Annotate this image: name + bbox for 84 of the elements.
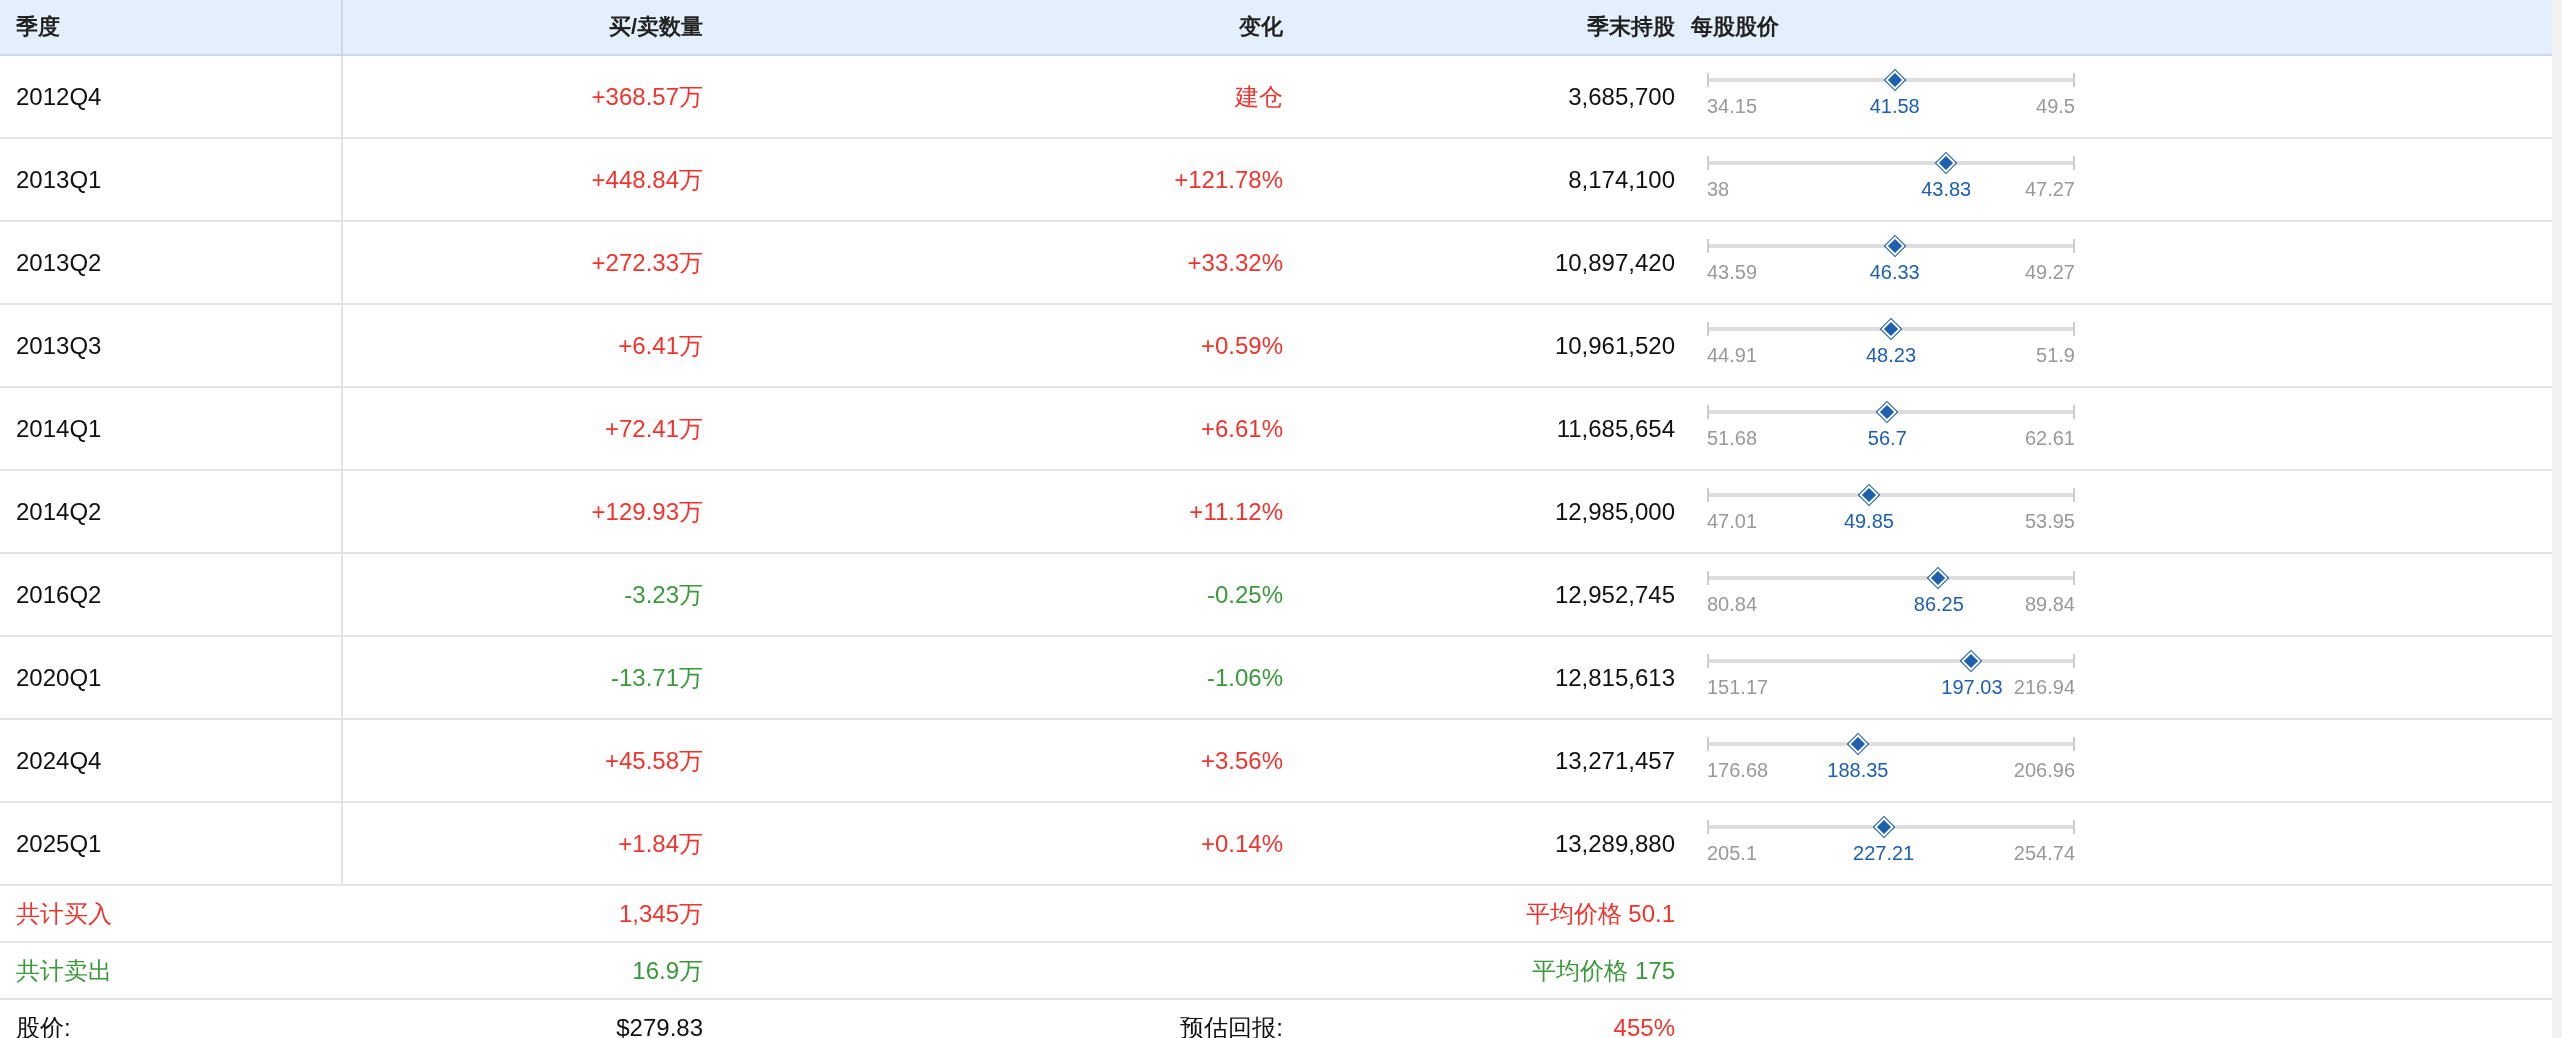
column-header: 季度 <box>16 13 60 41</box>
change-cell: +121.78% <box>1174 165 1283 194</box>
average-price: 48.23 <box>1865 343 1917 367</box>
average-price: 46.33 <box>1869 260 1920 284</box>
low-price: 51.68 <box>1707 426 1758 450</box>
summary-value: 平均价格 175 <box>1532 955 1675 986</box>
change-cell: +0.14% <box>1200 829 1283 858</box>
quantity-cell-text: +368.57万 <box>591 81 703 112</box>
high-price: 47.27 <box>2024 177 2075 201</box>
quarter-cell: 2025Q1 <box>16 829 102 858</box>
average-price: 227.21 <box>1853 841 1915 865</box>
quarter-cell: 2013Q3 <box>16 331 102 360</box>
holding-cell: 10,897,420 <box>1554 248 1675 277</box>
change-cell: +3.56% <box>1200 746 1283 775</box>
change-cell: +0.59% <box>1200 331 1283 360</box>
high-price: 206.96 <box>2013 758 2075 782</box>
summary-amount: 16.9万 <box>632 955 703 986</box>
quantity-cell-text: +1.84万 <box>618 828 703 859</box>
summary-value: 平均价格 50.1 <box>1525 898 1675 929</box>
change-cell-text: 建仓 <box>1235 81 1283 112</box>
average-price: 43.83 <box>1921 177 1972 201</box>
holding-cell: 12,952,745 <box>1554 580 1675 609</box>
holding-cell: 12,985,000 <box>1554 497 1675 526</box>
average-price: 188.35 <box>1827 758 1889 782</box>
quarter-cell: 2016Q2 <box>16 580 102 609</box>
quantity-cell-text: +72.41万 <box>604 413 703 444</box>
low-price: 80.84 <box>1707 592 1758 616</box>
high-price: 254.74 <box>2013 841 2075 865</box>
holding-cell: 11,685,654 <box>1556 414 1675 443</box>
average-price: 86.25 <box>1913 592 1964 616</box>
quarter-cell: 2013Q2 <box>16 248 102 277</box>
column-header: 买/卖数量 <box>608 13 703 41</box>
low-price: 34.15 <box>1707 94 1758 118</box>
quantity-cell-text: +272.33万 <box>591 247 703 278</box>
low-price: 38 <box>1707 177 1730 201</box>
column-header: 变化 <box>1239 13 1283 41</box>
quarter-cell: 2024Q4 <box>16 746 102 775</box>
quarter-cell: 2013Q1 <box>16 165 102 194</box>
quantity-cell-text: -13.71万 <box>610 662 703 693</box>
quarter-cell: 2012Q4 <box>16 82 102 111</box>
summary-label: 共计卖出 <box>16 955 112 986</box>
change-cell: +6.61% <box>1200 414 1283 443</box>
high-price: 49.27 <box>2024 260 2075 284</box>
change-cell: +33.32% <box>1187 248 1283 277</box>
summary-label: 股价: <box>16 1012 71 1038</box>
high-price: 49.5 <box>2036 94 2075 118</box>
summary-label: 共计买入 <box>16 898 112 929</box>
quantity-cell-text: +45.58万 <box>604 745 703 776</box>
holding-cell: 8,174,100 <box>1568 165 1675 194</box>
quantity-cell-text: +448.84万 <box>591 164 703 195</box>
change-cell: -0.25% <box>1206 580 1283 609</box>
column-header: 季末持股 <box>1587 13 1675 41</box>
holding-cell: 10,961,520 <box>1554 331 1675 360</box>
quarter-cell: 2014Q2 <box>16 497 102 526</box>
average-price: 56.7 <box>1867 426 1907 450</box>
high-price: 51.9 <box>2036 343 2075 367</box>
low-price: 176.68 <box>1707 758 1769 782</box>
high-price: 53.95 <box>2024 509 2075 533</box>
change-cell: -1.06% <box>1206 663 1283 692</box>
quantity-cell-text: +6.41万 <box>618 330 703 361</box>
average-price: 197.03 <box>1941 675 2003 699</box>
low-price: 205.1 <box>1707 841 1758 865</box>
average-price: 41.58 <box>1869 94 1920 118</box>
high-price: 216.94 <box>2013 675 2075 699</box>
column-header: 每股股价 <box>1691 13 1779 41</box>
holding-cell: 13,271,457 <box>1554 746 1675 775</box>
low-price: 151.17 <box>1707 675 1769 699</box>
summary-value: 455% <box>1613 1013 1675 1038</box>
quarter-cell: 2020Q1 <box>16 663 102 692</box>
high-price: 62.61 <box>2024 426 2075 450</box>
high-price: 89.84 <box>2024 592 2075 616</box>
low-price: 47.01 <box>1707 509 1758 533</box>
average-price: 49.85 <box>1843 509 1894 533</box>
holding-cell: 13,289,880 <box>1554 829 1675 858</box>
quantity-cell-text: -3.23万 <box>624 579 703 610</box>
low-price: 44.91 <box>1707 343 1758 367</box>
quarter-cell: 2014Q1 <box>16 414 102 443</box>
summary-amount: 1,345万 <box>618 898 703 929</box>
quantity-cell-text: +129.93万 <box>591 496 703 527</box>
holding-cell: 12,815,613 <box>1554 663 1675 692</box>
change-cell: +11.12% <box>1189 497 1283 526</box>
summary-amount: $279.83 <box>616 1013 703 1038</box>
holding-cell: 3,685,700 <box>1568 82 1675 111</box>
low-price: 43.59 <box>1707 260 1758 284</box>
